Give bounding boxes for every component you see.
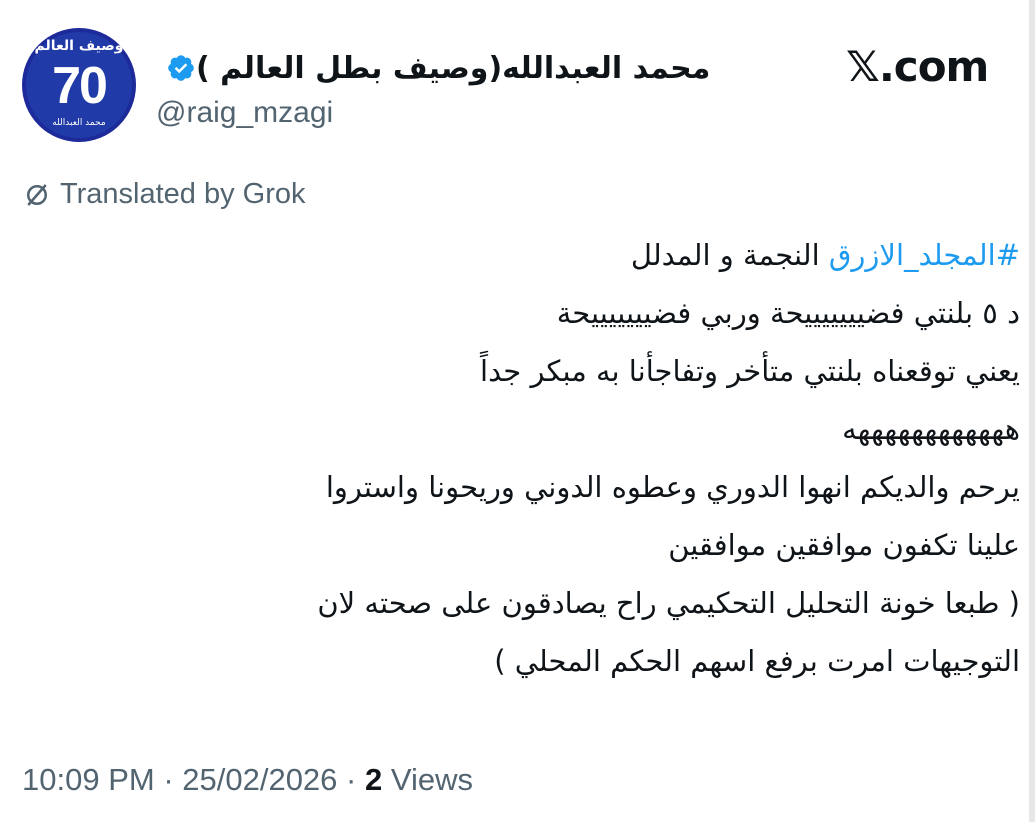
brand-logo: 𝕏.com [846, 41, 989, 91]
tweet-line: ( طبعا خونة التحليل التحكيمي راح يصادقون… [317, 586, 1020, 620]
author-name-row[interactable]: محمد العبدالله(وصيف بطل العالم ) [156, 44, 710, 92]
views-count: 2 [364, 762, 383, 797]
edge-divider [1029, 0, 1035, 822]
tweet-line: يرحم والديكم انهوا الدوري وعطوه الدوني و… [325, 470, 1020, 504]
tweet-line-1-text: النجمة و المدلل [630, 238, 829, 272]
author-display-name[interactable]: محمد العبدالله(وصيف بطل العالم ) [196, 51, 710, 86]
avatar[interactable]: وصيف العالم 70 محمد العبدالله [22, 28, 136, 142]
meta-separator: · [154, 762, 183, 797]
translate-icon [27, 183, 47, 206]
views-label: Views [390, 762, 473, 797]
tweet-line: د ٥ بلنتي فضيييييييحة وربي فضيييييييحة [556, 296, 1020, 330]
tweet-text: #المجلد_الازرق النجمة و المدلل د ٥ بلنتي… [20, 226, 1020, 690]
tweet-time[interactable]: 10:09 PM [22, 762, 155, 797]
tweet-line: علينا تكفون موافقين موافقين [668, 528, 1020, 562]
tweet-date[interactable]: 25/02/2026 [182, 762, 337, 797]
translation-label: Translated by Grok [60, 178, 306, 210]
verified-badge-icon [166, 53, 196, 83]
avatar-bottom-text: محمد العبدالله [52, 118, 106, 128]
translation-notice[interactable]: Translated by Grok [22, 178, 306, 211]
tweet-line: ههههههههههههه [842, 412, 1020, 446]
hashtag-link[interactable]: #المجلد_الازرق [829, 238, 1020, 272]
avatar-top-text: وصيف العالم [34, 38, 124, 54]
meta-separator: · [337, 762, 365, 797]
tweet-meta: 10:09 PM · 25/02/2026 · 2 Views [22, 762, 473, 798]
tweet-line: التوجيهات امرت برفع اسهم الحكم المحلي ) [494, 644, 1020, 678]
author-handle[interactable]: @raig_mzagi [156, 96, 333, 130]
avatar-number: 70 [52, 57, 108, 115]
tweet-card: وصيف العالم 70 محمد العبدالله محمد العبد… [0, 0, 1035, 822]
tweet-line-1: #المجلد_الازرق النجمة و المدلل [20, 226, 1020, 284]
tweet-line: يعني توقعناه بلنتي متأخر وتفاجأنا به مبك… [480, 354, 1020, 388]
